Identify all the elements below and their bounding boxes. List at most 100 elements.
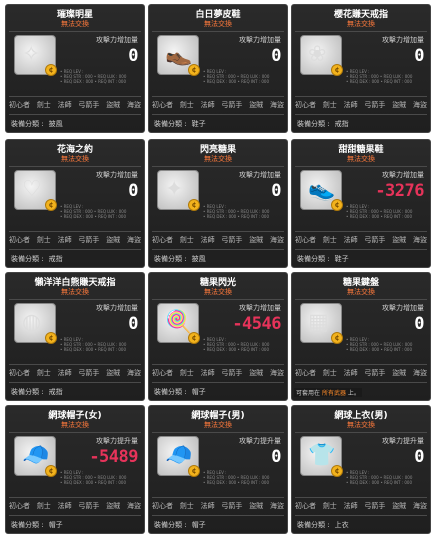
job-label: 法師 bbox=[200, 101, 215, 109]
requirements: • REQ LEV : • REQ STR : 000 • REQ LUK : … bbox=[60, 69, 142, 84]
divider bbox=[152, 497, 284, 498]
item-tooltip-card: 櫻花賺天戒指 無法交換 ❀ ¢ 攻擊力增加量 0 • REQ LEV : • R… bbox=[291, 4, 431, 133]
category-value: 鞋子 bbox=[191, 120, 206, 128]
item-icon-frame: 👟 ¢ bbox=[300, 170, 343, 211]
equip-category: 裝備分類 : 上衣 bbox=[297, 520, 349, 530]
cap-icon: 🧢 bbox=[165, 443, 193, 468]
category-label: 裝備分類 : bbox=[11, 255, 44, 263]
equip-category: 裝備分類 : 戒指 bbox=[11, 254, 63, 264]
ring-icon: ♡ bbox=[22, 177, 42, 202]
item-tooltip-card: 網球帽子(女) 無法交換 🧢 ¢ 攻擊力提升量 -5489 • REQ LEV … bbox=[5, 405, 145, 534]
req-line: • REQ DEX : 000 • REQ INT : 000 bbox=[203, 214, 269, 219]
untradeable-label: 無法交換 bbox=[61, 288, 89, 296]
job-label: 海盜 bbox=[412, 101, 427, 109]
shirt-icon: 👕 bbox=[308, 443, 336, 468]
divider bbox=[9, 249, 141, 250]
job-label: 弓箭手 bbox=[78, 236, 100, 244]
job-label: 劍士 bbox=[36, 502, 51, 510]
attack-value: -4546 bbox=[232, 314, 281, 334]
attack-value: 0 bbox=[414, 447, 424, 467]
job-label: 海盜 bbox=[126, 369, 141, 377]
job-label: 法師 bbox=[343, 502, 358, 510]
job-label: 初心者 bbox=[9, 101, 30, 109]
category-label: 裝備分類 : bbox=[154, 521, 187, 529]
item-tooltip-card: 璀璨明星 無法交換 ✧ ¢ 攻擊力增加量 0 • REQ LEV : • REQ… bbox=[5, 4, 145, 133]
ring-icon: ❀ bbox=[308, 42, 327, 67]
divider bbox=[295, 166, 427, 167]
job-label: 盜賊 bbox=[392, 236, 407, 244]
req-line: • REQ DEX : 000 • REQ INT : 000 bbox=[346, 480, 412, 485]
note-suffix: 上。 bbox=[347, 390, 360, 397]
category-value: 帽子 bbox=[191, 388, 206, 396]
item-tooltip-card: 網球上衣(男) 無法交換 👕 ¢ 攻擊力提升量 0 • REQ LEV : • … bbox=[291, 405, 431, 534]
job-label: 劍士 bbox=[36, 101, 51, 109]
category-value: 披風 bbox=[191, 255, 206, 263]
job-label: 法師 bbox=[200, 236, 215, 244]
job-label: 初心者 bbox=[295, 369, 316, 377]
requirements: • REQ LEV : • REQ STR : 000 • REQ LUK : … bbox=[60, 470, 142, 485]
job-label: 劍士 bbox=[322, 236, 337, 244]
divider bbox=[295, 382, 427, 383]
equip-category: 裝備分類 : 帽子 bbox=[154, 387, 206, 397]
coin-icon: ¢ bbox=[45, 465, 57, 477]
item-icon-frame: ▦ ¢ bbox=[300, 303, 343, 344]
job-label: 海盜 bbox=[126, 502, 141, 510]
job-list: 初心者 劍士 法師 弓箭手 盜賊 海盜 bbox=[295, 99, 427, 111]
divider bbox=[295, 114, 427, 115]
sparkle-icon: ✦ bbox=[165, 177, 184, 202]
coin-icon: ¢ bbox=[45, 332, 57, 344]
star-ring-icon: ✧ bbox=[22, 42, 41, 67]
requirements: • REQ LEV : • REQ STR : 000 • REQ LUK : … bbox=[203, 470, 285, 485]
req-line: • REQ DEX : 000 • REQ INT : 000 bbox=[346, 79, 412, 84]
item-tooltip-card: 網球帽子(男) 無法交換 🧢 ¢ 攻擊力提升量 0 • REQ LEV : • … bbox=[148, 405, 288, 534]
coin-icon: ¢ bbox=[331, 332, 343, 344]
job-label: 盜賊 bbox=[392, 502, 407, 510]
job-label: 弓箭手 bbox=[78, 101, 100, 109]
attack-value: 0 bbox=[271, 181, 281, 201]
category-value: 披風 bbox=[48, 120, 63, 128]
job-label: 海盜 bbox=[269, 369, 284, 377]
requirements: • REQ LEV : • REQ STR : 000 • REQ LUK : … bbox=[203, 337, 285, 352]
job-label: 盜賊 bbox=[106, 236, 121, 244]
coin-icon: ¢ bbox=[331, 465, 343, 477]
divider bbox=[9, 299, 141, 300]
attack-value: -3276 bbox=[375, 181, 424, 201]
job-label: 法師 bbox=[57, 502, 72, 510]
attack-label: 攻擊力增加量 bbox=[382, 171, 424, 179]
job-label: 劍士 bbox=[322, 101, 337, 109]
job-label: 盜賊 bbox=[392, 101, 407, 109]
job-list: 初心者 劍士 法師 弓箭手 盜賊 海盜 bbox=[295, 500, 427, 512]
equip-category: 裝備分類 : 披風 bbox=[11, 119, 63, 129]
job-label: 海盜 bbox=[126, 236, 141, 244]
divider bbox=[152, 364, 284, 365]
attack-label: 攻擊力增加量 bbox=[96, 36, 138, 44]
divider bbox=[295, 231, 427, 232]
attack-value: 0 bbox=[414, 46, 424, 66]
coin-icon: ¢ bbox=[188, 465, 200, 477]
job-label: 劍士 bbox=[179, 369, 194, 377]
attack-value: 0 bbox=[271, 447, 281, 467]
divider bbox=[9, 96, 141, 97]
job-label: 盜賊 bbox=[392, 369, 407, 377]
requirements: • REQ LEV : • REQ STR : 000 • REQ LUK : … bbox=[346, 204, 428, 219]
attack-value: 0 bbox=[128, 314, 138, 334]
job-label: 弓箭手 bbox=[364, 369, 386, 377]
divider bbox=[152, 515, 284, 516]
job-list: 初心者 劍士 法師 弓箭手 盜賊 海盜 bbox=[152, 500, 284, 512]
divider bbox=[9, 114, 141, 115]
equip-category: 裝備分類 : 帽子 bbox=[154, 520, 206, 530]
item-icon-frame: ◍ ¢ bbox=[14, 303, 57, 344]
job-label: 劍士 bbox=[179, 236, 194, 244]
divider bbox=[9, 231, 141, 232]
category-label: 裝備分類 : bbox=[154, 120, 187, 128]
job-list: 初心者 劍士 法師 弓箭手 盜賊 海盜 bbox=[9, 99, 141, 111]
divider bbox=[9, 497, 141, 498]
item-icon-frame: ❀ ¢ bbox=[300, 35, 343, 76]
item-tooltip-card: 白日夢皮鞋 無法交換 👞 ¢ 攻擊力增加量 0 • REQ LEV : • RE… bbox=[148, 4, 288, 133]
attack-label: 攻擊力增加量 bbox=[96, 304, 138, 312]
job-list: 初心者 劍士 法師 弓箭手 盜賊 海盜 bbox=[152, 99, 284, 111]
item-icon-frame: 🍭 ¢ bbox=[157, 303, 200, 344]
divider bbox=[9, 31, 141, 32]
category-value: 帽子 bbox=[48, 521, 63, 529]
job-label: 法師 bbox=[200, 369, 215, 377]
